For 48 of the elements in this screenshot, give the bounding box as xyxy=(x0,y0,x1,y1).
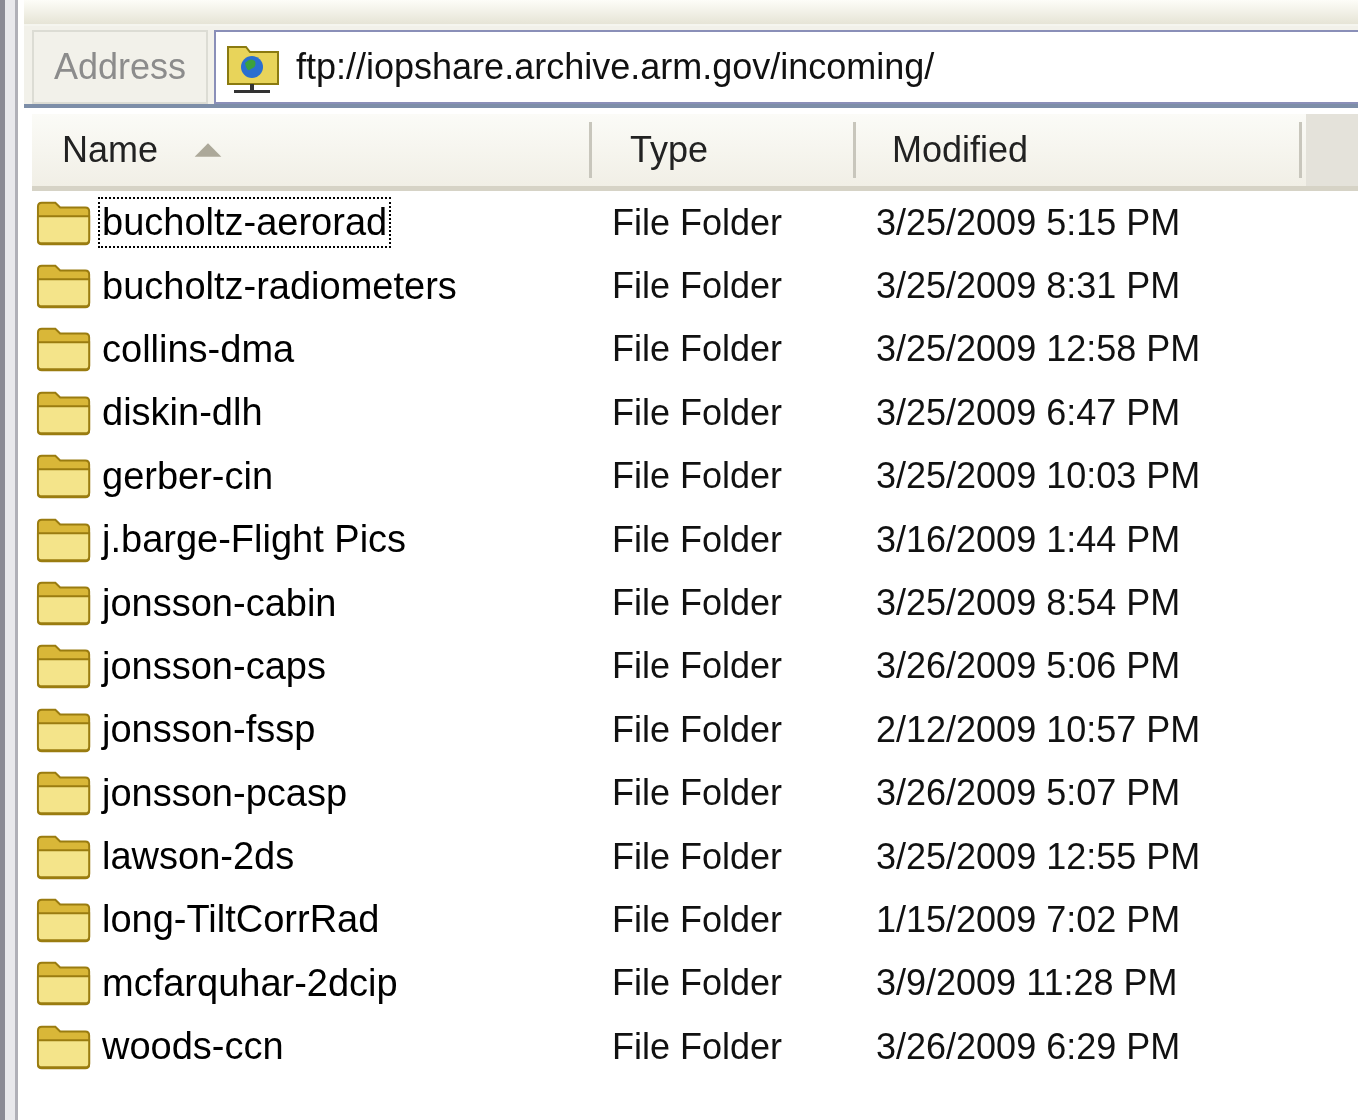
folder-name[interactable]: jonsson-fssp xyxy=(98,704,320,756)
folder-name[interactable]: long-TiltCorrRad xyxy=(98,894,384,946)
modified-cell-text: 3/25/2009 5:15 PM xyxy=(875,201,1182,244)
type-cell-text: File Folder xyxy=(611,328,784,371)
address-label: Address xyxy=(32,30,208,104)
column-header-filler xyxy=(1306,114,1358,186)
folder-name[interactable]: bucholtz-aerorad xyxy=(98,197,392,249)
modified-cell-text: 3/25/2009 10:03 PM xyxy=(875,455,1202,498)
folder-name[interactable]: diskin-dlh xyxy=(98,387,267,439)
type-cell-text: File Folder xyxy=(611,201,784,244)
modified-cell-text: 3/25/2009 8:54 PM xyxy=(875,582,1182,625)
folder-name[interactable]: bucholtz-radiometers xyxy=(98,260,461,312)
folder-name[interactable]: j.barge-Flight Pics xyxy=(98,514,411,566)
type-cell-text: File Folder xyxy=(611,772,784,815)
folder-name[interactable]: jonsson-caps xyxy=(98,640,330,692)
modified-cell-text: 3/26/2009 6:29 PM xyxy=(875,1025,1182,1068)
type-cell-text: File Folder xyxy=(611,962,784,1005)
folder-name[interactable]: woods-ccn xyxy=(98,1021,288,1073)
modified-cell-text: 3/16/2009 1:44 PM xyxy=(875,518,1182,561)
modified-cell-text: 1/15/2009 7:02 PM xyxy=(875,899,1182,941)
type-cell-text: File Folder xyxy=(611,582,784,625)
type-cell-text: File Folder xyxy=(611,835,784,878)
folder-name[interactable]: gerber-cin xyxy=(98,450,278,502)
type-cell-text: File Folder xyxy=(611,265,784,308)
modified-cell-text: 3/25/2009 6:47 PM xyxy=(875,391,1182,434)
folder-name[interactable]: jonsson-pcasp xyxy=(98,767,352,819)
type-cell-text: File Folder xyxy=(611,645,784,688)
type-cell-text: File Folder xyxy=(611,708,784,751)
address-field[interactable]: ftp://iopshare.archive.arm.gov/incoming/ xyxy=(214,30,1358,104)
folder-name[interactable]: lawson-2ds xyxy=(98,831,299,883)
modified-cell-text: 3/26/2009 5:06 PM xyxy=(875,645,1182,688)
modified-cell-text: 3/25/2009 12:58 PM xyxy=(875,328,1202,371)
type-cell-text: File Folder xyxy=(611,518,784,561)
modified-cell-text: 3/26/2009 5:07 PM xyxy=(875,772,1182,815)
folder-name[interactable]: jonsson-cabin xyxy=(98,577,341,629)
column-header[interactable]: Type xyxy=(592,122,856,178)
type-cell-text: File Folder xyxy=(611,899,784,941)
modified-cell-text: 3/25/2009 12:55 PM xyxy=(875,835,1202,878)
modified-cell-text: 3/25/2009 8:31 PM xyxy=(875,265,1182,308)
modified-cell-text: 3/9/2009 11:28 PM xyxy=(875,962,1179,1005)
column-header[interactable]: Name xyxy=(32,122,592,178)
modified-cell-text: 2/12/2009 10:57 PM xyxy=(875,708,1202,751)
type-cell-text: File Folder xyxy=(611,391,784,434)
folder-name[interactable]: collins-dma xyxy=(98,323,299,375)
folder-name[interactable]: mcfarquhar-2dcip xyxy=(98,957,402,1009)
type-cell-text: File Folder xyxy=(611,455,784,498)
column-header[interactable]: Modified xyxy=(856,122,1302,178)
type-cell-text: File Folder xyxy=(611,1025,784,1068)
